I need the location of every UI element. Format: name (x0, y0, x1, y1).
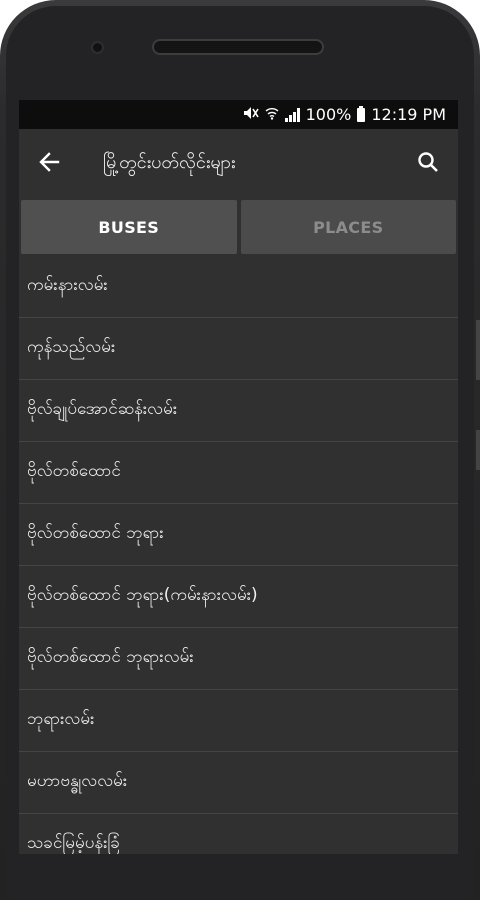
list-item[interactable]: ဗိုလ်ချုပ်အောင်ဆန်းလမ်း (19, 380, 458, 442)
list-item[interactable]: ကုန်သည်လမ်း (19, 318, 458, 380)
route-list: ကမ်းနားလမ်း ကုန်သည်လမ်း ဗိုလ်ချုပ်အောင်ဆ… (19, 256, 458, 854)
power-button (476, 430, 480, 470)
app-screen: 100% 12:19 PM မြို့တွင်းပတ်လိုင်းများ BU… (19, 100, 458, 854)
volume-button (476, 320, 480, 380)
arrow-left-icon (38, 151, 60, 177)
list-item[interactable]: ကမ်းနားလမ်း (19, 256, 458, 318)
tab-bar: BUSES PLACES (19, 200, 458, 254)
list-item[interactable]: ဗိုလ်တစ်ထောင် ဘုရား(ကမ်းနားလမ်း) (19, 566, 458, 628)
list-item[interactable]: ဗိုလ်တစ်ထောင် ဘုရား (19, 504, 458, 566)
mute-icon (243, 106, 259, 124)
status-bar: 100% 12:19 PM (19, 100, 458, 129)
battery-icon (357, 105, 366, 122)
battery-percent: 100% (305, 105, 352, 124)
list-item[interactable]: သခင်မြမ့်ပန်းခြံ (19, 814, 458, 854)
list-item[interactable]: မဟာဗန္ဓုလလမ်း (19, 752, 458, 814)
wifi-icon (265, 106, 279, 124)
tab-buses[interactable]: BUSES (21, 200, 237, 254)
earpiece-speaker (152, 39, 324, 55)
search-icon (417, 151, 439, 177)
search-button[interactable] (400, 136, 456, 192)
list-item[interactable]: ဗိုလ်တစ်ထောင် ဘုရားလမ်း (19, 628, 458, 690)
back-button[interactable] (21, 136, 77, 192)
front-camera (93, 43, 102, 52)
tab-places[interactable]: PLACES (240, 200, 456, 254)
list-item[interactable]: ဗိုလ်တစ်ထောင် (19, 442, 458, 504)
page-title: မြို့တွင်းပတ်လိုင်းများ (103, 152, 236, 173)
signal-icon (284, 107, 300, 122)
clock: 12:19 PM (371, 105, 446, 124)
app-bar: မြို့တွင်းပတ်လိုင်းများ (19, 129, 458, 198)
list-item[interactable]: ဘုရားလမ်း (19, 690, 458, 752)
